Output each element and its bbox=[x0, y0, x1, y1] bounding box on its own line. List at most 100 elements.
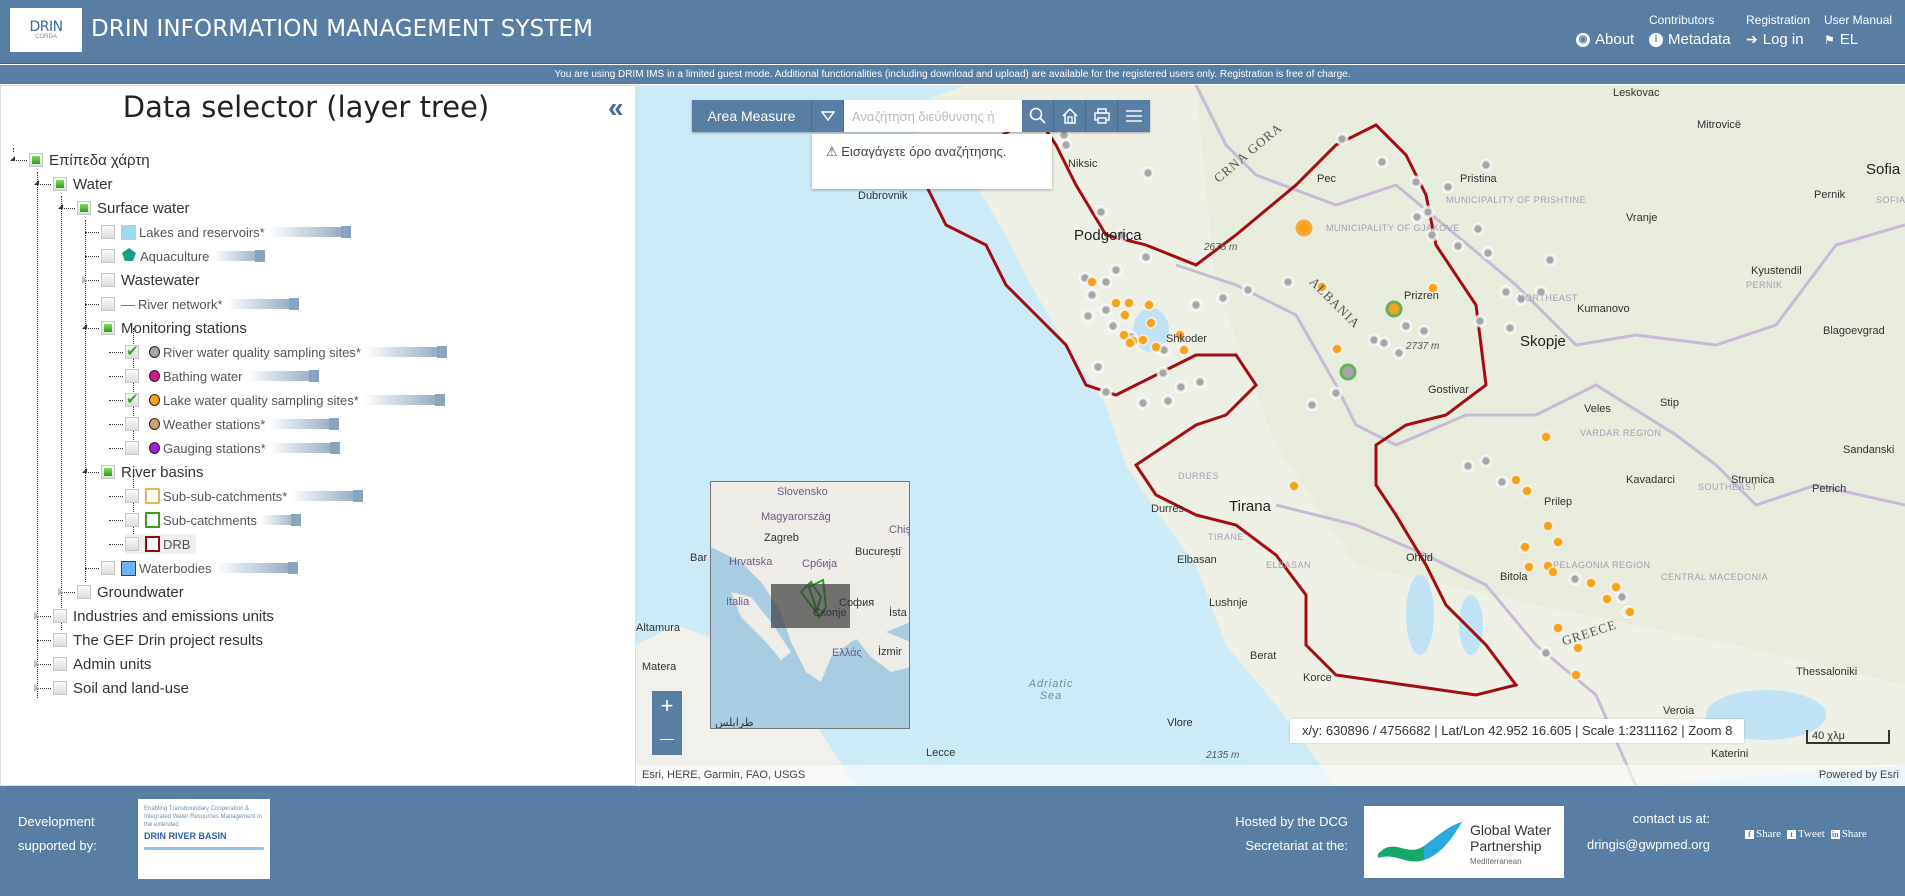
layer-tree-item-επίπεδα-χάρτη[interactable]: Επίπεδα χάρτη bbox=[29, 150, 150, 170]
layer-checkbox[interactable] bbox=[125, 369, 139, 383]
layer-tree-item-groundwater[interactable]: Groundwater bbox=[77, 582, 184, 602]
layer-checkbox[interactable] bbox=[125, 342, 139, 360]
layer-tree-item-industries-and-emissions-units[interactable]: Industries and emissions units bbox=[53, 606, 274, 626]
powered-by-esri-link[interactable]: Powered by Esri bbox=[1819, 765, 1899, 786]
river-sampling-site-marker[interactable] bbox=[1329, 386, 1343, 400]
river-sampling-site-marker[interactable] bbox=[1392, 346, 1406, 360]
layer-tree-item-bathing-water[interactable]: Bathing water bbox=[125, 366, 319, 386]
river-sampling-site-marker[interactable] bbox=[1139, 250, 1153, 264]
lake-sampling-site-marker[interactable] bbox=[1624, 606, 1636, 618]
contact-email-link[interactable]: dringis@gwpmed.org bbox=[1566, 832, 1710, 858]
layer-tree-item-river-water-quality-sampling-sites[interactable]: River water quality sampling sites* bbox=[125, 342, 447, 362]
river-sampling-site-marker[interactable] bbox=[1479, 454, 1493, 468]
lake-sampling-site-marker[interactable] bbox=[1150, 341, 1162, 353]
layer-opacity-slider[interactable] bbox=[291, 490, 364, 502]
river-sampling-site-marker[interactable] bbox=[1499, 285, 1513, 299]
river-sampling-site-marker[interactable] bbox=[1091, 360, 1105, 374]
layer-tree-item-lake-water-quality-sampling-sites[interactable]: Lake water quality sampling sites* bbox=[125, 390, 445, 410]
expand-node-toggle[interactable] bbox=[34, 684, 39, 692]
river-sampling-site-marker[interactable] bbox=[1099, 385, 1113, 399]
layer-tree-item-lakes-and-reservoirs[interactable]: Lakes and reservoirs* bbox=[101, 222, 351, 242]
river-sampling-site-marker[interactable] bbox=[1174, 380, 1188, 394]
river-sampling-site-marker[interactable] bbox=[1161, 394, 1175, 408]
layer-checkbox[interactable] bbox=[53, 177, 67, 191]
layer-checkbox[interactable] bbox=[53, 657, 67, 671]
zoom-out-button[interactable]: — bbox=[652, 723, 682, 755]
layer-tree-item-gauging-stations[interactable]: Gauging stations* bbox=[125, 438, 340, 458]
river-sampling-site-marker[interactable] bbox=[1189, 298, 1203, 312]
layer-tree-item-wastewater[interactable]: Wastewater bbox=[101, 270, 200, 290]
drin-project-logo[interactable]: Enabling Transboundary Cooperation & Int… bbox=[138, 799, 270, 879]
lake-sampling-site-marker[interactable] bbox=[1601, 593, 1613, 605]
layer-opacity-slider[interactable] bbox=[215, 562, 298, 574]
layer-tree-item-sub-sub-catchments[interactable]: Sub-sub-catchments* bbox=[125, 486, 364, 506]
river-sampling-site-marker[interactable] bbox=[1136, 396, 1150, 410]
layer-checkbox[interactable] bbox=[77, 201, 91, 215]
river-sampling-site-marker[interactable] bbox=[1451, 239, 1465, 253]
collapse-panel-button[interactable]: « bbox=[608, 92, 624, 124]
lake-sampling-site-marker[interactable] bbox=[1519, 541, 1531, 553]
river-sampling-site-marker[interactable] bbox=[1241, 283, 1255, 297]
collapse-node-toggle[interactable] bbox=[82, 468, 87, 473]
river-sampling-site-marker[interactable] bbox=[1305, 398, 1319, 412]
lake-sampling-site-marker[interactable] bbox=[1331, 343, 1343, 355]
river-sampling-site-marker[interactable] bbox=[1543, 253, 1557, 267]
layer-checkbox[interactable] bbox=[125, 489, 139, 503]
lake-sampling-site-marker[interactable] bbox=[1521, 485, 1533, 497]
twitter-tweet-button[interactable]: t Tweet bbox=[1787, 828, 1825, 840]
river-sampling-site-marker[interactable] bbox=[1615, 590, 1629, 604]
layer-opacity-slider[interactable] bbox=[269, 442, 340, 454]
zoom-in-button[interactable]: + bbox=[652, 691, 682, 723]
menu-button[interactable] bbox=[1118, 100, 1150, 132]
river-sampling-site-marker[interactable] bbox=[1156, 366, 1170, 380]
layer-checkbox[interactable] bbox=[125, 390, 139, 408]
collapse-node-toggle[interactable] bbox=[58, 204, 63, 209]
lake-sampling-site-marker[interactable] bbox=[1552, 536, 1564, 548]
lake-sampling-site-marker[interactable] bbox=[1123, 297, 1135, 309]
layer-tree-item-sub-catchments[interactable]: Sub-catchments bbox=[125, 510, 301, 530]
layer-tree-item-soil-and-land-use[interactable]: Soil and land-use bbox=[53, 678, 189, 698]
river-sampling-site-marker[interactable] bbox=[1109, 263, 1123, 277]
river-sampling-site-marker[interactable] bbox=[1410, 210, 1424, 224]
river-sampling-site-marker[interactable] bbox=[1099, 303, 1113, 317]
layer-checkbox[interactable] bbox=[53, 633, 67, 647]
gwp-med-logo[interactable]: Global Water Partnership Mediterranean bbox=[1364, 806, 1564, 878]
address-search-input[interactable] bbox=[844, 100, 1022, 132]
layer-checkbox[interactable] bbox=[101, 249, 115, 263]
layer-opacity-slider[interactable] bbox=[260, 514, 301, 526]
layer-checkbox[interactable] bbox=[125, 513, 139, 527]
layer-opacity-slider[interactable] bbox=[364, 346, 447, 358]
layer-checkbox[interactable] bbox=[101, 225, 115, 239]
drin-logo[interactable]: DRIN CORDA bbox=[10, 8, 82, 52]
login-link[interactable]: ➔ Log in bbox=[1746, 31, 1804, 48]
facebook-share-button[interactable]: f Share bbox=[1745, 828, 1781, 840]
river-sampling-site-marker[interactable] bbox=[1377, 336, 1391, 350]
layer-checkbox[interactable] bbox=[53, 609, 67, 623]
lake-sampling-site-marker[interactable] bbox=[1086, 276, 1098, 288]
river-sampling-site-marker[interactable] bbox=[1099, 275, 1113, 289]
search-button[interactable] bbox=[1022, 100, 1054, 132]
river-sampling-site-marker[interactable] bbox=[1216, 291, 1230, 305]
user-manual-link[interactable]: User Manual bbox=[1824, 13, 1892, 27]
expand-node-toggle[interactable] bbox=[58, 588, 63, 596]
river-sampling-site-marker[interactable] bbox=[1473, 314, 1487, 328]
layer-checkbox[interactable] bbox=[77, 585, 91, 599]
river-sampling-site-marker[interactable] bbox=[1141, 166, 1155, 180]
lake-sampling-site-marker[interactable] bbox=[1542, 520, 1554, 532]
overview-map[interactable]: Slovensko Magyarország Zagreb Hrvatska С… bbox=[710, 481, 910, 729]
layer-tree-item-the-gef-drin-project-results[interactable]: The GEF Drin project results bbox=[53, 630, 263, 650]
expand-node-toggle[interactable] bbox=[82, 276, 87, 284]
home-button[interactable] bbox=[1054, 100, 1086, 132]
layer-checkbox[interactable] bbox=[101, 297, 115, 311]
layer-checkbox[interactable] bbox=[29, 153, 43, 167]
lake-sampling-site-marker[interactable] bbox=[1540, 431, 1552, 443]
measure-dropdown-button[interactable] bbox=[812, 100, 844, 132]
lake-sampling-site-marker[interactable] bbox=[1570, 669, 1582, 681]
highlighted-site-marker[interactable] bbox=[1385, 300, 1403, 318]
layer-opacity-slider[interactable] bbox=[246, 370, 319, 382]
river-sampling-site-marker[interactable] bbox=[1367, 333, 1381, 347]
collapse-node-toggle[interactable] bbox=[10, 156, 15, 161]
river-sampling-site-marker[interactable] bbox=[1409, 175, 1423, 189]
layer-opacity-slider[interactable] bbox=[226, 298, 299, 310]
lake-sampling-site-marker[interactable] bbox=[1124, 337, 1136, 349]
